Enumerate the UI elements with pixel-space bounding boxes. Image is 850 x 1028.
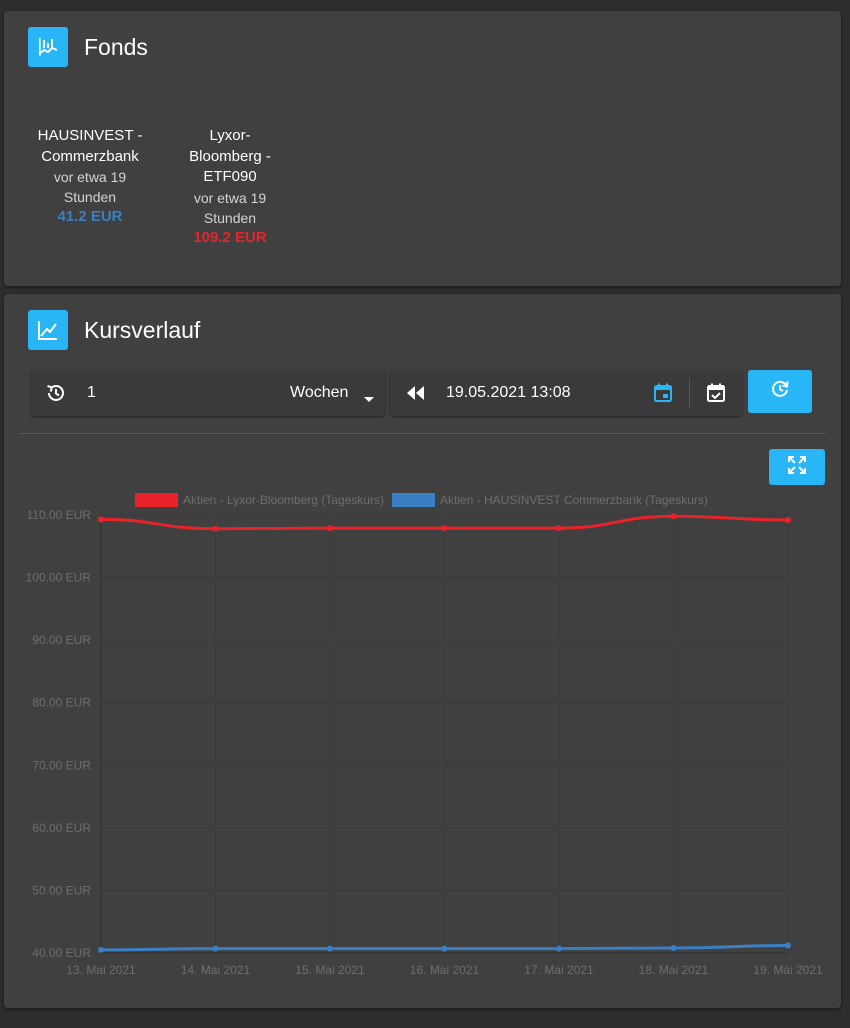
fund-updated: vor etwa 19 Stunden	[193, 189, 267, 226]
data-point	[556, 525, 562, 532]
fund-item-lyxor[interactable]: Lyxor- Bloomberg - ETF090 vor etwa 19 Stund…	[170, 126, 290, 248]
legend-swatch	[392, 493, 435, 507]
price-history-chart: 110.00 EUR 100.00 EUR 90.00 EUR 80.00 EUR 70…	[26, 493, 823, 977]
y-tick-label: 110.00 EUR	[27, 508, 92, 522]
data-point	[670, 513, 677, 520]
x-tick-label: 13. Mai 2021	[66, 963, 136, 977]
data-point	[98, 946, 104, 953]
data-point	[327, 945, 333, 952]
data-point	[785, 942, 791, 949]
data-point	[556, 945, 562, 952]
data-point	[98, 516, 104, 523]
x-tick-label: 19. Mai 2021	[753, 963, 823, 977]
fonds-title: Fonds	[84, 34, 148, 60]
y-tick-label: 100.00 EUR	[26, 571, 92, 585]
legend-label: Aktien - Lyxor-Bloomberg (Tageskurs)	[183, 493, 384, 507]
x-tick-label: 14. Mai 2021	[181, 963, 251, 977]
legend-label: Aktien - HAUSINVEST Commerzbank (Tagesku…	[440, 493, 708, 507]
fund-name: HAUSINVEST - Commerzbank	[37, 127, 143, 165]
x-tick-label: 17. Mai 2021	[524, 963, 594, 977]
y-tick-label: 80.00 EUR	[32, 696, 91, 710]
data-point	[670, 944, 677, 951]
data-point	[441, 945, 448, 952]
y-tick-label: 50.00 EUR	[32, 883, 91, 897]
fund-name: Lyxor- Bloomberg - ETF090	[189, 127, 271, 185]
data-point	[212, 525, 219, 532]
data-point	[212, 945, 219, 952]
y-tick-label: 40.00 EUR	[32, 946, 91, 960]
legend-swatch	[135, 493, 178, 507]
x-tick-label: 18. Mai 2021	[639, 963, 709, 977]
x-tick-label: 15. Mai 2021	[295, 963, 365, 977]
kursverlauf-card: Kursverlauf 1 Wochen 19.05.2021 13:08 11…	[4, 294, 841, 1008]
fund-item-hausinvest[interactable]: HAUSINVEST - Commerzbank vor etwa 19 Stund…	[30, 126, 150, 228]
fund-updated: vor etwa 19 Stunden	[53, 169, 127, 205]
y-tick-label: 70.00 EUR	[32, 758, 91, 772]
data-point	[327, 525, 333, 532]
stock-chart-icon	[28, 27, 68, 67]
fonds-card: Fonds HAUSINVEST - Commerzbank vor etwa 1…	[4, 11, 841, 286]
data-point	[785, 517, 791, 524]
data-point	[441, 525, 448, 532]
y-tick-label: 90.00 EUR	[32, 633, 91, 647]
fund-value: 109.2 EUR	[193, 228, 267, 246]
y-tick-label: 60.00 EUR	[32, 821, 91, 835]
x-tick-label: 16. Mai 2021	[410, 963, 480, 977]
fund-value: 41.2 EUR	[57, 208, 123, 225]
